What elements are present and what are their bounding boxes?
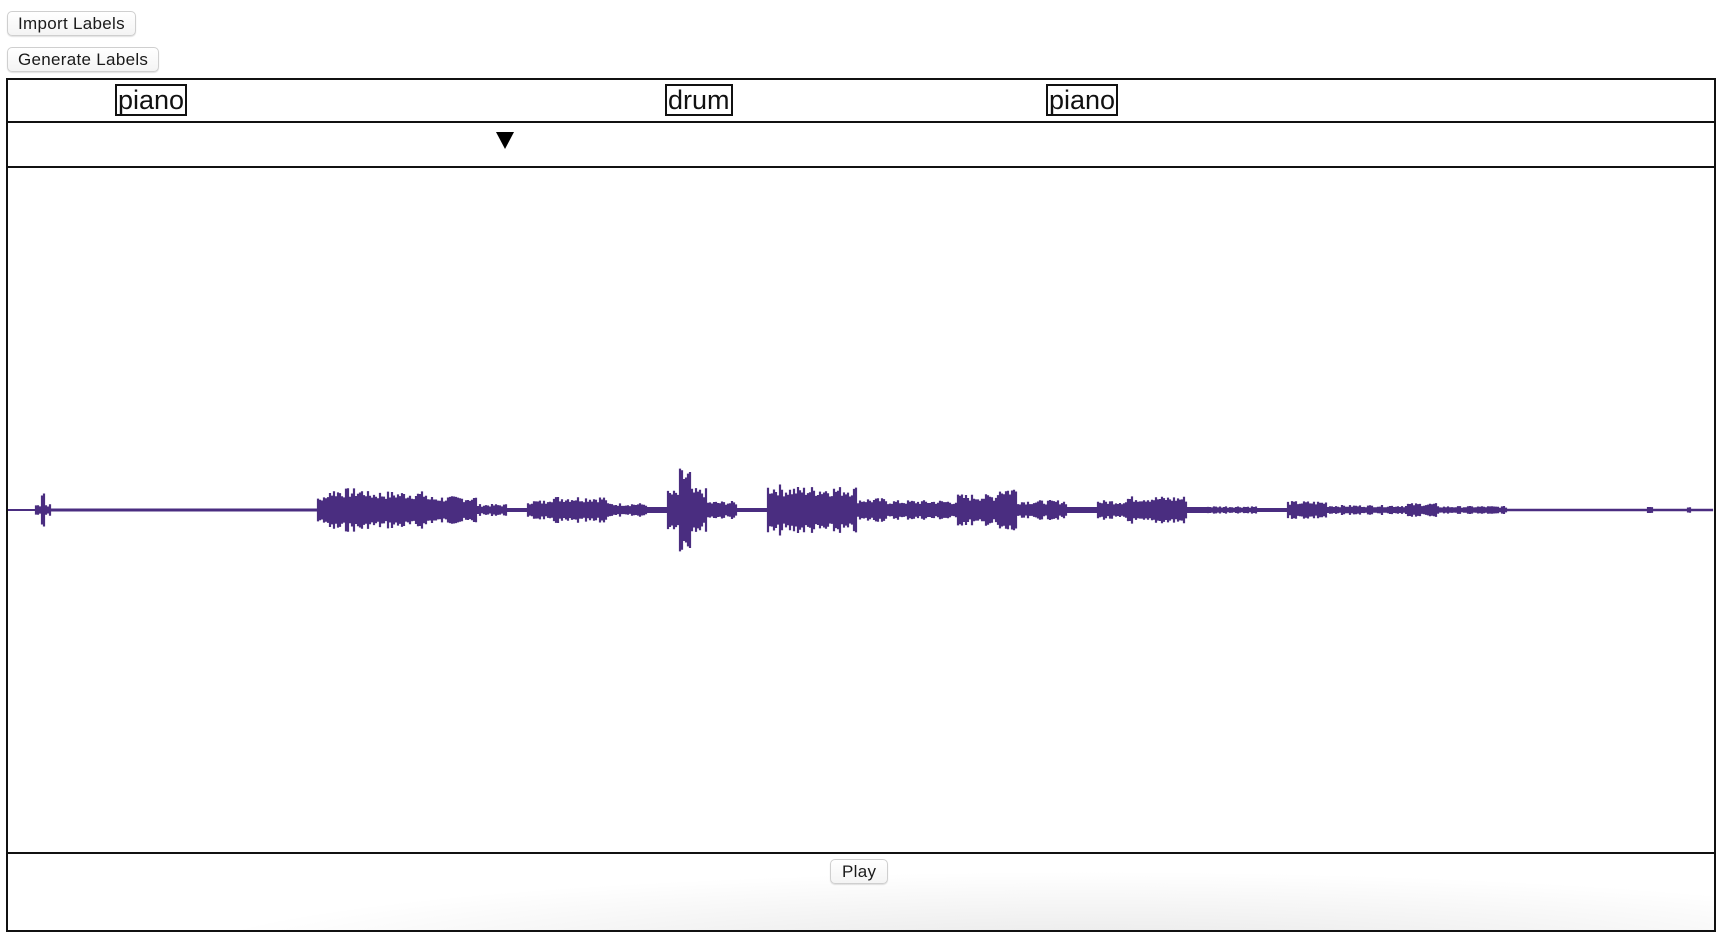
audio-label-editor: piano drum piano Play bbox=[6, 78, 1716, 932]
playhead-marker-icon[interactable] bbox=[496, 132, 514, 149]
label-tag-piano[interactable]: piano bbox=[115, 84, 188, 116]
generate-labels-button[interactable]: Generate Labels bbox=[7, 47, 160, 72]
label-tag-drum[interactable]: drum bbox=[665, 84, 733, 116]
label-track: piano drum piano bbox=[8, 80, 1714, 123]
play-button[interactable]: Play bbox=[830, 859, 889, 884]
import-labels-button[interactable]: Import Labels bbox=[7, 11, 136, 36]
waveform-area[interactable] bbox=[8, 168, 1714, 854]
playback-controls: Play bbox=[8, 854, 1714, 930]
label-tag-piano[interactable]: piano bbox=[1046, 84, 1119, 116]
waveform bbox=[8, 468, 1714, 552]
playhead-track[interactable] bbox=[8, 123, 1714, 168]
waveform-path bbox=[8, 468, 1714, 552]
